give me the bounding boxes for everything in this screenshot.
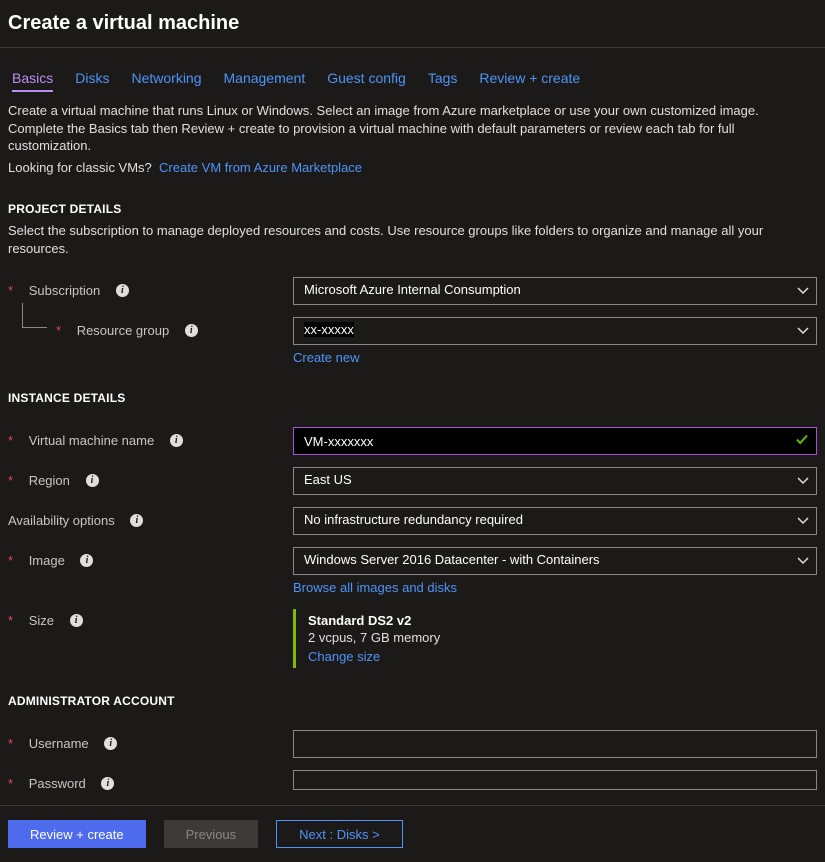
- info-icon[interactable]: i: [170, 434, 183, 447]
- password-input[interactable]: [293, 770, 817, 790]
- resource-group-select[interactable]: xx-xxxxx: [293, 317, 817, 345]
- tab-tags[interactable]: Tags: [428, 70, 458, 86]
- instance-details-heading: INSTANCE DETAILS: [0, 369, 825, 411]
- required-mark: *: [56, 323, 61, 338]
- tab-review-create[interactable]: Review + create: [479, 70, 580, 86]
- project-details-heading: PROJECT DETAILS: [0, 180, 825, 222]
- required-mark: *: [8, 553, 13, 568]
- intro-text: Create a virtual machine that runs Linux…: [8, 102, 817, 155]
- region-select[interactable]: East US: [293, 467, 817, 495]
- image-select[interactable]: Windows Server 2016 Datacenter - with Co…: [293, 547, 817, 575]
- review-create-button[interactable]: Review + create: [8, 820, 146, 848]
- tab-management[interactable]: Management: [224, 70, 306, 86]
- page-title: Create a virtual machine: [0, 0, 825, 47]
- admin-account-heading: ADMINISTRATOR ACCOUNT: [0, 672, 825, 714]
- required-mark: *: [8, 433, 13, 448]
- required-mark: *: [8, 613, 13, 628]
- image-label: Image: [29, 553, 65, 568]
- vm-name-input[interactable]: [293, 427, 817, 455]
- required-mark: *: [8, 736, 13, 751]
- info-icon[interactable]: i: [104, 737, 117, 750]
- tab-basics[interactable]: Basics: [12, 70, 53, 86]
- classic-vm-question: Looking for classic VMs?: [8, 160, 152, 175]
- info-icon[interactable]: i: [101, 777, 114, 790]
- required-mark: *: [8, 473, 13, 488]
- info-icon[interactable]: i: [116, 284, 129, 297]
- wizard-footer: Review + create Previous Next : Disks >: [0, 805, 825, 862]
- check-icon: [795, 433, 809, 450]
- info-icon[interactable]: i: [86, 474, 99, 487]
- marketplace-link[interactable]: Create VM from Azure Marketplace: [159, 160, 362, 175]
- size-name: Standard DS2 v2: [308, 613, 817, 628]
- password-label: Password: [29, 776, 86, 791]
- previous-button: Previous: [164, 820, 259, 848]
- browse-images-link[interactable]: Browse all images and disks: [293, 580, 817, 595]
- info-icon[interactable]: i: [130, 514, 143, 527]
- resource-group-label: Resource group: [77, 323, 170, 338]
- info-icon[interactable]: i: [185, 324, 198, 337]
- size-display: Standard DS2 v2 2 vcpus, 7 GB memory Cha…: [293, 609, 817, 668]
- info-icon[interactable]: i: [70, 614, 83, 627]
- required-mark: *: [8, 283, 13, 298]
- required-mark: *: [8, 776, 13, 791]
- subscription-select[interactable]: Microsoft Azure Internal Consumption: [293, 277, 817, 305]
- next-button[interactable]: Next : Disks >: [276, 820, 403, 848]
- info-icon[interactable]: i: [80, 554, 93, 567]
- region-label: Region: [29, 473, 70, 488]
- tab-guest-config[interactable]: Guest config: [327, 70, 406, 86]
- availability-select[interactable]: No infrastructure redundancy required: [293, 507, 817, 535]
- create-new-rg-link[interactable]: Create new: [293, 350, 817, 365]
- tab-networking[interactable]: Networking: [131, 70, 201, 86]
- username-label: Username: [29, 736, 89, 751]
- availability-label: Availability options: [8, 513, 115, 528]
- tab-disks[interactable]: Disks: [75, 70, 109, 86]
- username-input[interactable]: [293, 730, 817, 758]
- change-size-link[interactable]: Change size: [308, 649, 817, 664]
- size-label: Size: [29, 613, 54, 628]
- project-details-desc: Select the subscription to manage deploy…: [0, 222, 825, 261]
- subscription-label: Subscription: [29, 283, 101, 298]
- wizard-tabs: Basics Disks Networking Management Guest…: [0, 48, 825, 94]
- size-details: 2 vcpus, 7 GB memory: [308, 630, 817, 645]
- vm-name-label: Virtual machine name: [29, 433, 155, 448]
